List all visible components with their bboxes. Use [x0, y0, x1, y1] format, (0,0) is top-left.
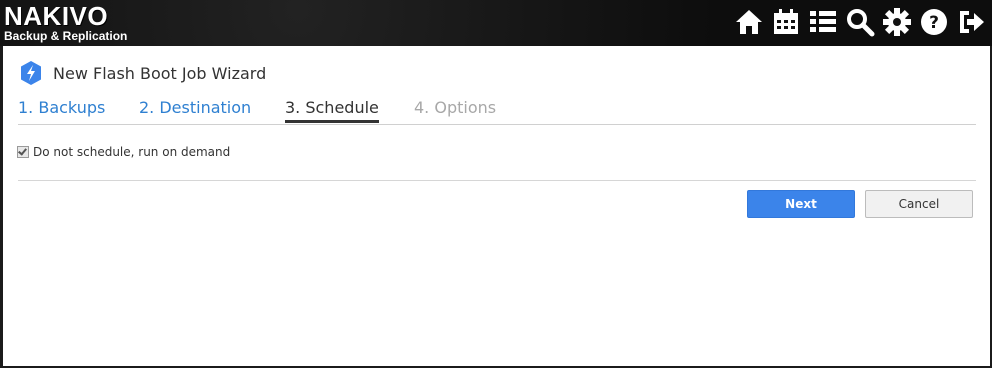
- list-icon[interactable]: [807, 5, 838, 39]
- nakivo-logo: NAKIVO Backup & Replication: [4, 3, 127, 42]
- logo-brand: NAKIVO: [4, 1, 109, 31]
- step-destination[interactable]: 2. Destination: [139, 98, 251, 120]
- cancel-button[interactable]: Cancel: [865, 190, 973, 218]
- divider: [18, 180, 976, 181]
- top-bar: NAKIVO Backup & Replication ?: [0, 0, 992, 46]
- home-icon[interactable]: [733, 5, 764, 39]
- run-on-demand-option: Do not schedule, run on demand: [17, 145, 230, 159]
- wizard-panel: New Flash Boot Job Wizard 1. Backups 2. …: [3, 46, 990, 366]
- run-on-demand-label[interactable]: Do not schedule, run on demand: [33, 145, 230, 159]
- wizard-steps: 1. Backups 2. Destination 3. Schedule 4.…: [18, 98, 976, 125]
- gear-icon[interactable]: [881, 5, 912, 39]
- next-button[interactable]: Next: [747, 190, 855, 218]
- wizard-title: New Flash Boot Job Wizard: [53, 63, 267, 83]
- calendar-icon[interactable]: [770, 5, 801, 39]
- wizard-header: New Flash Boot Job Wizard: [19, 60, 266, 86]
- top-icon-bar: ?: [727, 5, 986, 39]
- step-schedule[interactable]: 3. Schedule: [285, 98, 379, 123]
- run-on-demand-checkbox[interactable]: [17, 146, 29, 158]
- flash-boot-icon: [21, 61, 41, 85]
- logo-subtitle: Backup & Replication: [4, 29, 128, 43]
- svg-text:?: ?: [929, 13, 939, 33]
- logout-icon[interactable]: [955, 5, 986, 39]
- search-icon[interactable]: [844, 5, 875, 39]
- step-options: 4. Options: [414, 98, 497, 117]
- step-backups[interactable]: 1. Backups: [18, 98, 105, 120]
- help-icon[interactable]: ?: [918, 5, 949, 39]
